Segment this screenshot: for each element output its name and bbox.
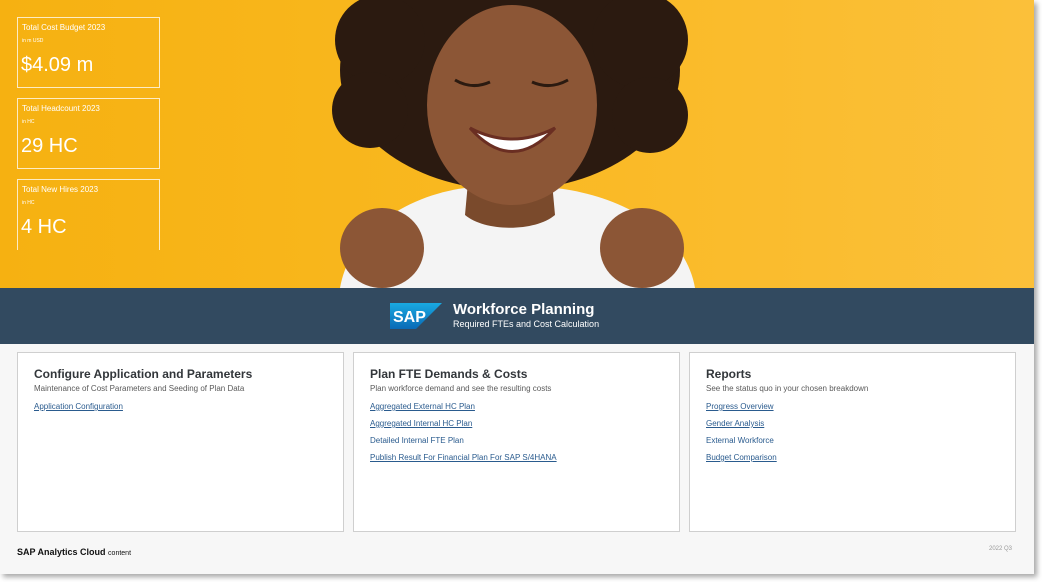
footer-brand-suffix: content (108, 550, 132, 557)
app-subtitle: Required FTEs and Cost Calculation (453, 319, 600, 329)
kpi-title: Total Cost Budget 2023 (22, 23, 106, 32)
link-aggregated-internal-hc-plan[interactable]: Aggregated Internal HC Plan (370, 419, 557, 436)
kpi-title: Total Headcount 2023 (22, 104, 100, 113)
hero-photo (332, 0, 695, 288)
link-application-configuration[interactable]: Application Configuration (34, 402, 123, 419)
kpi-unit: in HC (22, 119, 35, 125)
card-subtitle: See the status quo in your chosen breakd… (706, 384, 869, 393)
link-aggregated-external-hc-plan[interactable]: Aggregated External HC Plan (370, 402, 557, 419)
link-detailed-internal-fte-plan[interactable]: Detailed Internal FTE Plan (370, 436, 557, 453)
link-gender-analysis[interactable]: Gender Analysis (706, 419, 777, 436)
card-configure: Configure Application and Parameters Mai… (17, 352, 344, 532)
hero-section: Total Cost Budget 2023 in m USD $4.09 m … (0, 0, 1034, 288)
card-plan-fte: Plan FTE Demands & Costs Plan workforce … (353, 352, 680, 532)
kpi-value: 4 HC (21, 216, 67, 238)
link-budget-comparison[interactable]: Budget Comparison (706, 453, 777, 470)
card-title: Configure Application and Parameters (34, 367, 253, 381)
card-reports: Reports See the status quo in your chose… (689, 352, 1016, 532)
kpi-unit: in m USD (22, 38, 44, 44)
kpi-tile-cost-budget[interactable]: Total Cost Budget 2023 in m USD $4.09 m (17, 17, 160, 88)
card-subtitle: Plan workforce demand and see the result… (370, 384, 552, 393)
card-title: Plan FTE Demands & Costs (370, 367, 528, 381)
kpi-unit: in HC (22, 200, 35, 206)
sap-logo: SAP (390, 303, 442, 329)
app-frame: Total Cost Budget 2023 in m USD $4.09 m … (0, 0, 1034, 574)
card-title: Reports (706, 367, 752, 381)
link-publish-result[interactable]: Publish Result For Financial Plan For SA… (370, 453, 557, 470)
title-banner: SAP Workforce Planning Required FTEs and… (0, 288, 1034, 344)
kpi-tile-new-hires[interactable]: Total New Hires 2023 in HC 4 HC (17, 179, 160, 250)
kpi-value: 29 HC (21, 135, 78, 157)
footer-version: 2022 Q3 (989, 546, 1013, 552)
kpi-title: Total New Hires 2023 (22, 185, 99, 194)
svg-text:SAP: SAP (393, 309, 426, 326)
kpi-tile-headcount[interactable]: Total Headcount 2023 in HC 29 HC (17, 98, 160, 169)
card-link-list: Application Configuration (34, 402, 123, 419)
footer-brand: SAP Analytics Cloud content (17, 547, 131, 557)
card-subtitle: Maintenance of Cost Parameters and Seedi… (34, 384, 245, 393)
kpi-value: $4.09 m (21, 54, 94, 76)
link-progress-overview[interactable]: Progress Overview (706, 402, 777, 419)
footer-brand-name: SAP Analytics Cloud (17, 547, 106, 557)
card-link-list: Progress Overview Gender Analysis Extern… (706, 402, 777, 470)
app-title: Workforce Planning (453, 301, 595, 318)
link-external-workforce[interactable]: External Workforce (706, 436, 777, 453)
card-link-list: Aggregated External HC Plan Aggregated I… (370, 402, 557, 470)
